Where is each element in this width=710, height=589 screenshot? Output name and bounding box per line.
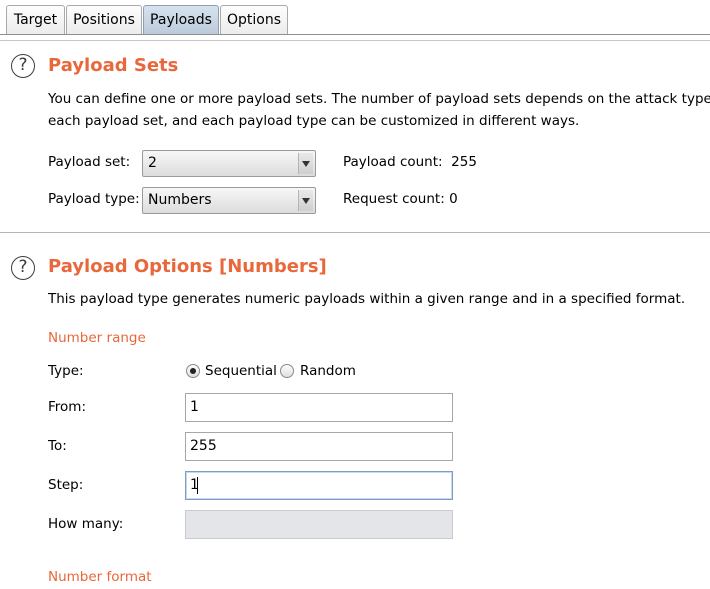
payload-set-select[interactable]: 2 [142,150,316,177]
request-count-label: Request count: 0 [343,191,458,207]
to-label: To: [48,438,67,454]
payload-type-value: Numbers [148,192,212,208]
payload-options-description: This payload type generates numeric payl… [48,291,686,307]
random-radio-label[interactable]: Random [300,363,356,379]
payload-count-value: 255 [451,154,477,170]
request-count-value: 0 [449,191,458,207]
payload-count-label-text: Payload count: [343,154,443,170]
from-input[interactable]: 1 [185,393,453,422]
tab-payloads[interactable]: Payloads [143,5,219,34]
payload-count-label: Payload count: 255 [343,154,477,170]
random-radio[interactable] [280,364,294,378]
to-input[interactable]: 255 [185,432,453,461]
payload-sets-description-line1: You can define one or more payload sets.… [48,91,710,107]
chevron-down-icon[interactable] [298,190,313,211]
tab-panel-border [0,40,710,41]
how-many-input [185,510,453,539]
sequential-radio[interactable] [186,364,200,378]
tab-bar-border [0,34,710,35]
tab-target[interactable]: Target [6,5,65,34]
payload-type-select[interactable]: Numbers [142,187,316,214]
tab-bar: Target Positions Payloads Options [0,0,710,36]
text-caret [197,477,198,494]
payload-set-value: 2 [148,155,157,171]
type-label: Type: [48,363,84,379]
tab-positions[interactable]: Positions [66,5,142,34]
step-label: Step: [48,477,84,493]
payload-sets-heading: Payload Sets [48,55,179,76]
section-divider [0,232,710,233]
how-many-label: How many: [48,516,124,532]
sequential-radio-label[interactable]: Sequential [205,363,277,379]
payload-options-heading: Payload Options [Numbers] [48,256,327,277]
payload-sets-description-line2: each payload set, and each payload type … [48,113,580,129]
step-input[interactable]: 1 [185,471,453,500]
chevron-down-icon[interactable] [298,153,313,174]
question-circle-icon[interactable]: ? [11,54,35,78]
from-label: From: [48,399,86,415]
number-format-heading: Number format [48,569,152,585]
tab-options[interactable]: Options [220,5,288,34]
payload-type-label: Payload type: [48,191,140,207]
payload-set-label: Payload set: [48,154,131,170]
number-range-heading: Number range [48,330,146,346]
question-circle-icon[interactable]: ? [11,256,35,280]
request-count-label-text: Request count: [343,191,445,207]
